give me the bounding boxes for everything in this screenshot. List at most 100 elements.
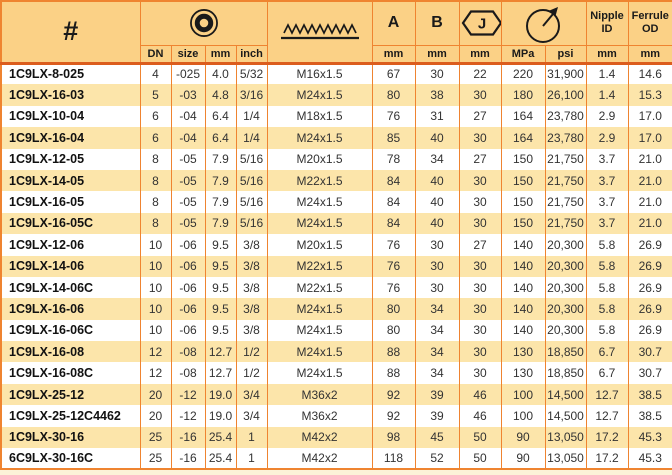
psi-cell: 21,750 <box>545 170 586 191</box>
part-number-cell: 1C9LX-16-06 <box>1 298 140 319</box>
table-body: 1C9LX-8-0254-0254.05/32M16x1.56730222203… <box>1 63 672 469</box>
nipple-id-cell: 6.7 <box>586 362 628 383</box>
table-row: 1C9LX-16-08C12-0812.71/2M24x1.5883430130… <box>1 362 672 383</box>
part-number-cell: 1C9LX-16-06C <box>1 320 140 341</box>
table-row: 1C9LX-25-12C446220-1219.03/4M36x29239461… <box>1 405 672 426</box>
b-mm-cell: 40 <box>415 191 459 212</box>
size-cell: -06 <box>171 256 205 277</box>
nipple-id-cell: 2.9 <box>586 106 628 127</box>
a-mm-cell: 76 <box>372 256 415 277</box>
part-number-cell: 1C9LX-12-05 <box>1 149 140 170</box>
thread-cell: M24x1.5 <box>267 84 372 105</box>
size-cell: -06 <box>171 234 205 255</box>
dn-cell: 8 <box>140 191 171 212</box>
a-mm-cell: 67 <box>372 63 415 84</box>
table-row: 1C9LX-16-0610-069.53/8M24x1.580343014020… <box>1 298 672 319</box>
mpa-cell: 164 <box>501 106 545 127</box>
ferrule-od-cell: 38.5 <box>628 405 672 426</box>
j-mm-cell: 30 <box>459 84 501 105</box>
unit-dn: DN <box>140 45 171 63</box>
tube-inch-cell: 5/16 <box>236 191 267 212</box>
nipple-id-cell: 3.7 <box>586 191 628 212</box>
dn-cell: 6 <box>140 106 171 127</box>
ferrule-od-cell: 17.0 <box>628 127 672 148</box>
tube-mm-cell: 9.5 <box>205 298 236 319</box>
j-mm-cell: 30 <box>459 191 501 212</box>
ferrule-od-cell: 21.0 <box>628 191 672 212</box>
b-mm-cell: 30 <box>415 277 459 298</box>
table-header: # A B <box>1 1 672 63</box>
part-number-cell: 1C9LX-25-12C4462 <box>1 405 140 426</box>
psi-cell: 18,850 <box>545 341 586 362</box>
psi-cell: 13,050 <box>545 427 586 448</box>
psi-cell: 23,780 <box>545 106 586 127</box>
unit-b-mm: mm <box>415 45 459 63</box>
j-column-header: J <box>459 1 501 45</box>
svg-text:J: J <box>477 16 485 33</box>
part-number-cell: 1C9LX-16-04 <box>1 127 140 148</box>
tube-inch-cell: 3/8 <box>236 298 267 319</box>
j-mm-cell: 30 <box>459 256 501 277</box>
size-cell: -16 <box>171 448 205 469</box>
ferrule-od-cell: 45.3 <box>628 427 672 448</box>
size-cell: -05 <box>171 149 205 170</box>
thread-profile-icon <box>279 21 361 43</box>
thread-cell: M24x1.5 <box>267 298 372 319</box>
ferrule-od-cell: 15.3 <box>628 84 672 105</box>
table-row: 6C9LX-30-16C25-1625.41M42x211852509013,0… <box>1 448 672 469</box>
nipple-id-cell: 2.9 <box>586 127 628 148</box>
a-mm-cell: 78 <box>372 149 415 170</box>
psi-cell: 20,300 <box>545 320 586 341</box>
dn-cell: 10 <box>140 320 171 341</box>
mpa-cell: 140 <box>501 256 545 277</box>
a-column-header: A <box>372 1 415 45</box>
thread-cell: M36x2 <box>267 384 372 405</box>
nipple-id-cell: 17.2 <box>586 448 628 469</box>
part-number-cell: 1C9LX-30-16 <box>1 427 140 448</box>
thread-cell: M24x1.5 <box>267 341 372 362</box>
mpa-cell: 140 <box>501 320 545 341</box>
table-row: 1C9LX-16-05C8-057.95/16M24x1.58440301502… <box>1 213 672 234</box>
tube-mm-cell: 9.5 <box>205 320 236 341</box>
j-mm-cell: 27 <box>459 106 501 127</box>
ferrule-od-cell: 26.9 <box>628 277 672 298</box>
thread-cell: M16x1.5 <box>267 63 372 84</box>
unit-ferrule-mm: mm <box>628 45 672 63</box>
part-number-cell: 1C9LX-14-06 <box>1 256 140 277</box>
mpa-cell: 150 <box>501 213 545 234</box>
part-number-symbol: # <box>63 16 78 46</box>
table-row: 1C9LX-12-0610-069.53/8M20x1.576302714020… <box>1 234 672 255</box>
ferrule-od-cell: 26.9 <box>628 320 672 341</box>
psi-cell: 31,900 <box>545 63 586 84</box>
j-mm-cell: 30 <box>459 127 501 148</box>
size-cell: -05 <box>171 170 205 191</box>
nipple-id-cell: 5.8 <box>586 320 628 341</box>
ferrule-od-cell: 30.7 <box>628 341 672 362</box>
dn-cell: 20 <box>140 384 171 405</box>
mpa-cell: 140 <box>501 234 545 255</box>
table-row: 1C9LX-10-046-046.41/4M18x1.576312716423,… <box>1 106 672 127</box>
a-mm-cell: 84 <box>372 213 415 234</box>
thread-cell: M22x1.5 <box>267 277 372 298</box>
mpa-cell: 150 <box>501 149 545 170</box>
j-mm-cell: 30 <box>459 341 501 362</box>
ferrule-od-cell: 45.3 <box>628 448 672 469</box>
size-cell: -06 <box>171 277 205 298</box>
j-mm-cell: 46 <box>459 384 501 405</box>
tube-mm-cell: 6.4 <box>205 127 236 148</box>
a-mm-cell: 76 <box>372 277 415 298</box>
a-mm-cell: 85 <box>372 127 415 148</box>
a-mm-cell: 92 <box>372 384 415 405</box>
size-cell: -04 <box>171 106 205 127</box>
thread-column-header <box>267 1 372 63</box>
table-row: 1C9LX-25-1220-1219.03/4M36x292394610014,… <box>1 384 672 405</box>
mpa-cell: 100 <box>501 384 545 405</box>
dn-cell: 10 <box>140 277 171 298</box>
nipple-id-cell: 3.7 <box>586 149 628 170</box>
nipple-id-cell: 1.4 <box>586 63 628 84</box>
j-mm-cell: 30 <box>459 298 501 319</box>
unit-a-mm: mm <box>372 45 415 63</box>
thread-cell: M22x1.5 <box>267 256 372 277</box>
dn-cell: 20 <box>140 405 171 426</box>
ferrule-label-line1: Ferrule <box>629 10 672 23</box>
